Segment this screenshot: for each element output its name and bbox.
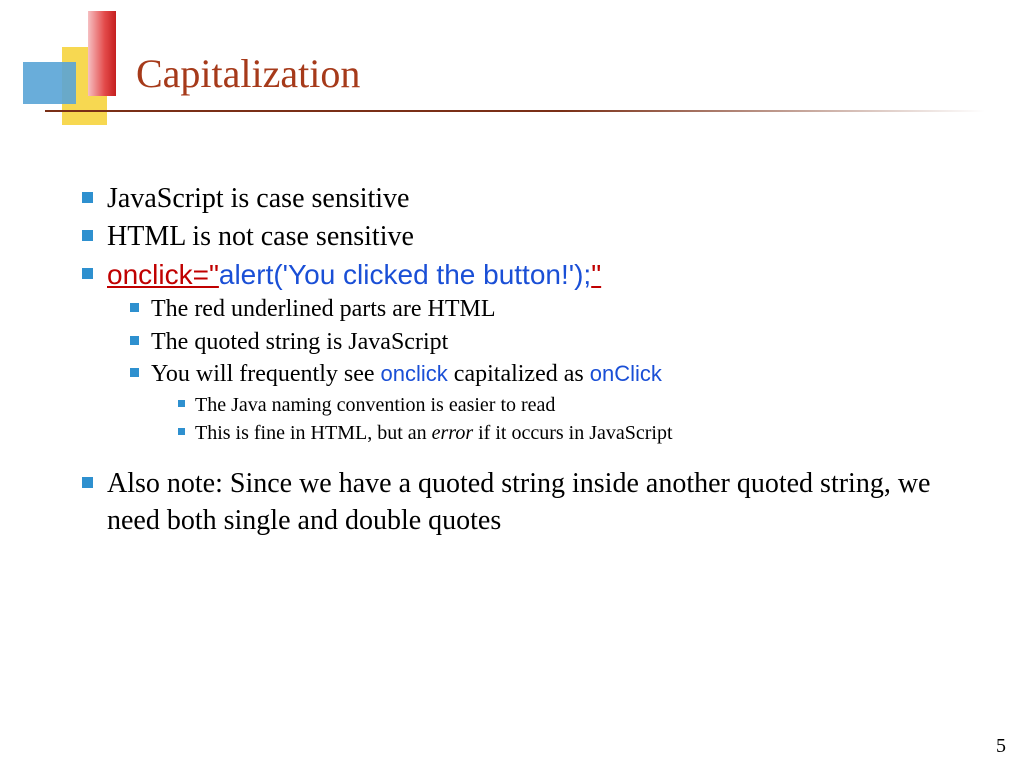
sublist-container: The red underlined parts are HTML The qu… [82, 293, 962, 446]
slide: Capitalization JavaScript is case sensit… [0, 0, 1024, 768]
bullet-icon [82, 230, 93, 241]
bullet-icon [130, 336, 139, 345]
bullet-icon [178, 428, 185, 435]
code-js-part: alert('You clicked the button!'); [219, 259, 591, 290]
bullet-text: The quoted string is JavaScript [151, 326, 448, 358]
bullet-text: This is fine in HTML, but an error if it… [195, 419, 673, 447]
slide-body: JavaScript is case sensitive HTML is not… [82, 180, 962, 540]
bullet-text: You will frequently see onclick capitali… [151, 358, 662, 390]
bullet-icon [82, 477, 93, 488]
bullet-item: The quoted string is JavaScript [130, 326, 962, 358]
spacer [82, 447, 962, 465]
code-html-part: " [591, 259, 601, 290]
bullet-icon [82, 192, 93, 203]
deco-red-block [88, 11, 116, 96]
bullet-text: The Java naming convention is easier to … [195, 391, 555, 419]
bullet-text: JavaScript is case sensitive [107, 180, 409, 218]
bullet-item: This is fine in HTML, but an error if it… [178, 419, 962, 447]
bullet-item: JavaScript is case sensitive [82, 180, 962, 218]
code-token: onClick [590, 361, 662, 386]
bullet-item: HTML is not case sensitive [82, 218, 962, 256]
code-token: onclick [381, 361, 448, 386]
text-fragment: capitalized as [448, 361, 590, 387]
bullet-icon [130, 368, 139, 377]
text-fragment: You will frequently see [151, 361, 381, 387]
bullet-item: Also note: Since we have a quoted string… [82, 465, 962, 541]
bullet-icon [130, 303, 139, 312]
title-rule [45, 110, 985, 112]
bullet-icon [82, 268, 93, 279]
bullet-item-code: onclick="alert('You clicked the button!'… [82, 256, 962, 294]
deco-blue-block [23, 62, 76, 104]
code-line: onclick="alert('You clicked the button!'… [107, 256, 601, 294]
bullet-text: HTML is not case sensitive [107, 218, 414, 256]
bullet-item: The Java naming convention is easier to … [178, 391, 962, 419]
text-fragment: if it occurs in JavaScript [473, 422, 672, 444]
bullet-item: The red underlined parts are HTML [130, 293, 962, 325]
page-number: 5 [996, 735, 1006, 758]
text-fragment: This is fine in HTML, but an [195, 422, 432, 444]
bullet-text: The red underlined parts are HTML [151, 293, 496, 325]
slide-title: Capitalization [136, 50, 360, 97]
text-emphasis: error [432, 422, 473, 444]
bullet-item: You will frequently see onclick capitali… [130, 358, 962, 390]
sublist-container: The Java naming convention is easier to … [130, 391, 962, 447]
bullet-icon [178, 400, 185, 407]
bullet-text: Also note: Since we have a quoted string… [107, 465, 962, 541]
code-html-part: onclick=" [107, 259, 219, 290]
